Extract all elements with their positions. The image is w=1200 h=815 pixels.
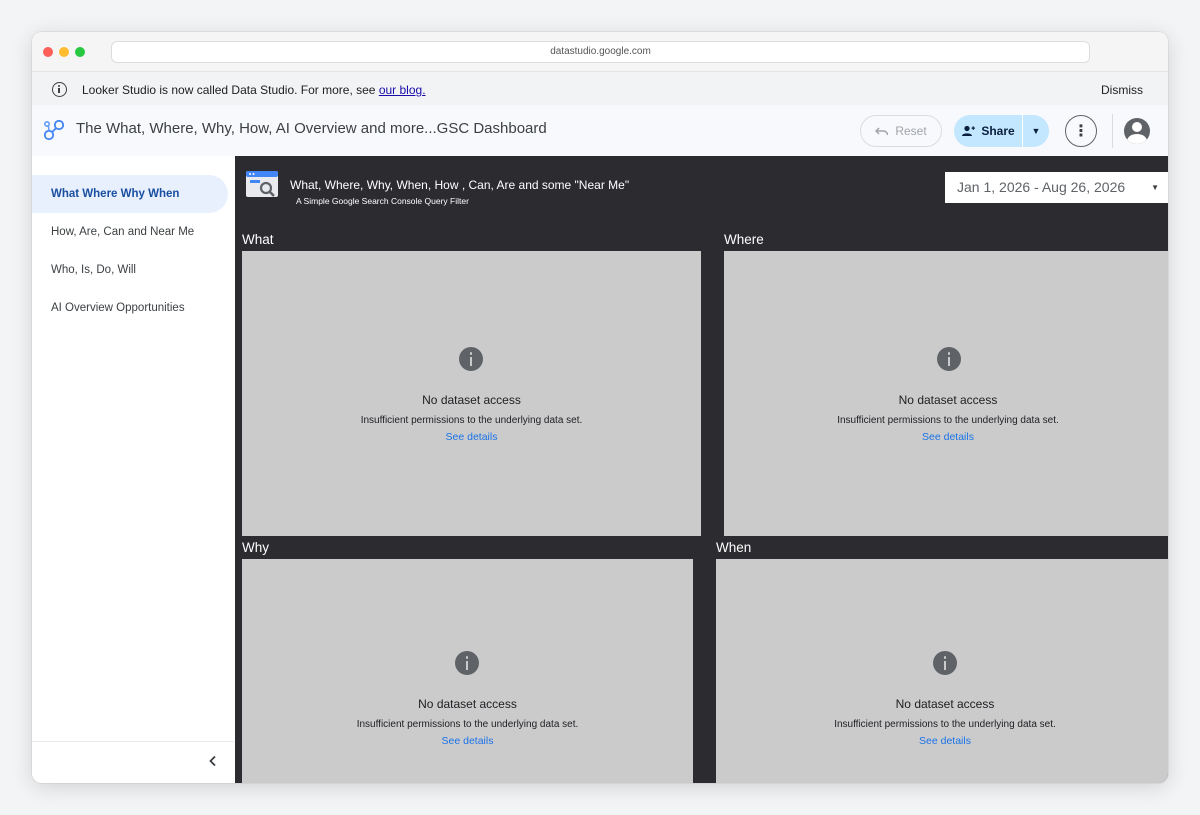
header-divider [1112,114,1113,148]
more-options-button[interactable]: ⋮ [1065,115,1097,147]
reset-button[interactable]: Reset [860,115,942,147]
blog-link[interactable]: our blog. [379,83,426,97]
arrow-drop-down-icon: ▼ [1151,183,1159,192]
report-title: What, Where, Why, When, How , Can, Are a… [290,178,630,192]
see-details-link[interactable]: See details [242,431,701,443]
collapse-sidebar-button[interactable] [202,752,224,774]
date-range-value: Jan 1, 2026 - Aug 26, 2026 [957,179,1126,195]
error-title: No dataset access [418,697,517,711]
error-description: Insufficient permissions to the underlyi… [837,415,1059,426]
info-icon [52,82,67,97]
error-title: No dataset access [422,393,521,407]
arrow-drop-down-icon: ▼ [1031,126,1041,136]
banner-text: Looker Studio is now called Data Studio.… [82,83,379,97]
browser-window: datastudio.google.com Looker Studio is n… [32,32,1168,783]
error-title: No dataset access [898,393,998,407]
chart-panel-where: No dataset access Insufficient permissio… [724,251,1168,536]
error-description: Insufficient permissions to the underlyi… [360,415,583,426]
search-console-icon [246,171,278,197]
info-filled-icon [459,347,483,371]
section-label-where: Where [724,232,764,247]
see-details-link[interactable]: See details [716,735,1168,747]
banner-message: Looker Studio is now called Data Studio.… [82,83,426,97]
chart-panel-why: No dataset access Insufficient permissio… [242,559,693,783]
error-description: Insufficient permissions to the underlyi… [834,719,1056,730]
error-title: No dataset access [895,697,995,711]
undo-icon [875,127,889,136]
report-name[interactable]: The What, Where, Why, How, AI Overview a… [76,120,547,137]
nav-page-what-where-why-when[interactable]: What Where Why When [32,175,228,213]
section-label-what: What [242,232,274,247]
see-details-link[interactable]: See details [722,431,1168,443]
share-dropdown-button[interactable]: ▼ [1023,115,1049,147]
address-bar[interactable]: datastudio.google.com [111,41,1090,63]
dismiss-button[interactable]: Dismiss [1101,83,1143,97]
sidebar-footer [32,741,234,783]
share-button[interactable]: Share [954,115,1023,147]
page-navigation-sidebar: What Where Why When How, Are, Can and Ne… [32,156,234,783]
browser-toolbar: datastudio.google.com [32,32,1168,72]
zoom-window-button[interactable] [75,47,85,57]
chart-panel-when: No dataset access Insufficient permissio… [716,559,1168,783]
section-label-why: Why [242,540,269,555]
data-studio-logo-icon[interactable] [42,118,66,142]
chevron-left-icon [209,755,216,767]
date-range-picker[interactable]: Jan 1, 2026 - Aug 26, 2026 ▼ [945,172,1168,203]
error-description: Insufficient permissions to the underlyi… [356,719,579,730]
chart-panel-what: No dataset access Insufficient permissio… [242,251,701,536]
info-filled-icon [455,651,479,675]
account-circle-icon[interactable] [1124,118,1150,144]
reset-label: Reset [895,124,927,138]
app-header: The What, Where, Why, How, AI Overview a… [32,105,1168,156]
nav-page-who-is-do-will[interactable]: Who, Is, Do, Will [32,251,228,289]
nav-page-ai-overview-opportunities[interactable]: AI Overview Opportunities [32,289,228,327]
nav-page-how-are-can-near-me[interactable]: How, Are, Can and Near Me [32,213,228,251]
more-vert-icon: ⋮ [1073,123,1089,140]
info-filled-icon [933,651,957,675]
close-window-button[interactable] [43,47,53,57]
info-filled-icon [937,347,961,371]
person-add-icon [962,125,976,136]
report-subtitle: A Simple Google Search Console Query Fil… [296,196,469,206]
report-canvas: What, Where, Why, When, How , Can, Are a… [235,156,1168,783]
minimize-window-button[interactable] [59,47,69,57]
share-label: Share [981,124,1015,138]
share-button-group: Share ▼ [954,115,1049,147]
see-details-link[interactable]: See details [242,735,693,747]
rename-notice-banner: Looker Studio is now called Data Studio.… [32,72,1168,105]
section-label-when: When [716,540,752,555]
